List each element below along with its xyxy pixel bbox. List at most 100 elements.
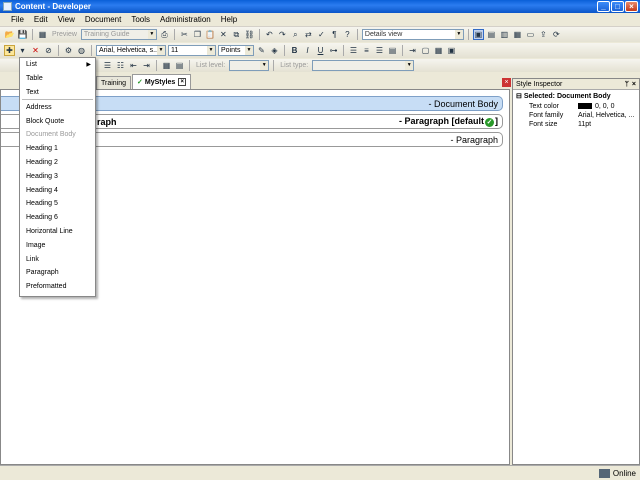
merge-icon[interactable]: ▤ — [174, 60, 185, 71]
app-icon — [3, 2, 12, 11]
guide-combo[interactable]: Training Guide ▼ — [80, 29, 157, 40]
close-inspector-icon[interactable]: × — [632, 81, 636, 88]
fill-color-icon[interactable]: ◈ — [269, 45, 280, 56]
maximize-button[interactable]: □ — [611, 1, 624, 12]
open-folder-icon[interactable]: 📂 — [4, 29, 15, 40]
tab-training[interactable]: Training — [96, 76, 132, 89]
font-size-combo[interactable]: 11 ▼ — [168, 45, 216, 56]
menu-item-heading-3[interactable]: Heading 3 — [20, 169, 95, 183]
minimize-button[interactable]: _ — [597, 1, 610, 12]
align-center-icon[interactable]: ≡ — [361, 45, 372, 56]
preview-button[interactable]: Preview — [50, 31, 79, 38]
undo-icon[interactable]: ↶ — [264, 29, 275, 40]
menu-bar: File Edit View Document Tools Administra… — [0, 13, 640, 27]
menu-document[interactable]: Document — [80, 15, 126, 24]
menu-file[interactable]: File — [6, 15, 29, 24]
spellcheck-icon[interactable]: ✓ — [316, 29, 327, 40]
bullet-list-icon[interactable]: ☰ — [102, 60, 113, 71]
link-icon[interactable]: ⛓ — [244, 29, 255, 40]
delete-icon[interactable]: ✕ — [218, 29, 229, 40]
unit-combo[interactable]: Points ▼ — [218, 45, 254, 56]
properties-icon[interactable]: ⚙ — [63, 45, 74, 56]
window-title: Content - Developer — [15, 2, 92, 11]
menu-item-heading-4[interactable]: Heading 4 — [20, 183, 95, 197]
image-icon[interactable]: ▣ — [446, 45, 457, 56]
menu-edit[interactable]: Edit — [29, 15, 53, 24]
italic-button[interactable]: I — [302, 45, 313, 56]
menu-item-heading-5[interactable]: Heading 5 — [20, 197, 95, 211]
block-icon[interactable]: ⊘ — [43, 45, 54, 56]
replace-icon[interactable]: ⇄ — [303, 29, 314, 40]
style-row-label: - Paragraph — [450, 134, 498, 145]
align-left-icon[interactable]: ☰ — [348, 45, 359, 56]
menu-help[interactable]: Help — [216, 15, 242, 24]
list-level-combo[interactable]: ▼ — [229, 60, 270, 71]
list-type-combo[interactable]: ▼ — [312, 60, 415, 71]
menu-item-table[interactable]: Table — [20, 72, 95, 86]
indent-icon[interactable]: ⇥ — [407, 45, 418, 56]
align-right-icon[interactable]: ☰ — [374, 45, 385, 56]
check-icon: ✓ — [137, 79, 143, 86]
menu-item-block-quote[interactable]: Block Quote — [20, 114, 95, 128]
table-icon[interactable]: ▦ — [433, 45, 444, 56]
refresh-icon[interactable]: ⟳ — [551, 29, 562, 40]
font-combo[interactable]: Arial, Helvetica, s... ▼ — [96, 45, 166, 56]
print-icon[interactable]: ⎙ — [159, 29, 170, 40]
redo-icon[interactable]: ↷ — [277, 29, 288, 40]
menu-item-text[interactable]: Text — [20, 86, 95, 100]
style-row-label: - Document Body — [428, 98, 498, 109]
split-view-icon[interactable]: ▤ — [486, 29, 497, 40]
highlight-icon[interactable]: ✎ — [256, 45, 267, 56]
duplicate-icon[interactable]: ⧉ — [231, 29, 242, 40]
menu-item-heading-6[interactable]: Heading 6 — [20, 211, 95, 225]
format-icon[interactable]: ¶ — [329, 29, 340, 40]
close-window-button[interactable]: × — [625, 1, 638, 12]
insert-style-icon[interactable]: ✚ — [4, 45, 15, 56]
panel-icon[interactable]: ▦ — [512, 29, 523, 40]
menu-view[interactable]: View — [53, 15, 80, 24]
dropdown-arrow-icon[interactable]: ▾ — [17, 45, 28, 56]
strikethrough-icon[interactable]: ⊶ — [328, 45, 339, 56]
menu-item-heading-1[interactable]: Heading 1 — [20, 142, 95, 156]
list-indent-icon[interactable]: ⇥ — [141, 60, 152, 71]
paste-icon[interactable]: 📋 — [205, 29, 216, 40]
collapse-icon[interactable]: ⊟ — [516, 92, 522, 100]
cut-icon[interactable]: ✂ — [179, 29, 190, 40]
menu-tools[interactable]: Tools — [126, 15, 155, 24]
column-view-icon[interactable]: ▥ — [499, 29, 510, 40]
menu-item-heading-2[interactable]: Heading 2 — [20, 156, 95, 170]
pin-icon[interactable]: ᛘ — [625, 81, 629, 88]
menu-item-address[interactable]: Address — [20, 100, 95, 114]
menu-item-link[interactable]: Link — [20, 252, 95, 266]
menu-item-document-body: Document Body — [26, 131, 76, 139]
find-icon[interactable]: ⌕ — [290, 29, 301, 40]
preview-icon[interactable]: ▦ — [37, 29, 48, 40]
bold-button[interactable]: B — [289, 45, 300, 56]
help-icon[interactable]: ? — [342, 29, 353, 40]
menu-item-list[interactable]: List ▶ — [20, 58, 95, 72]
menu-item-image[interactable]: Image — [20, 238, 95, 252]
underline-button[interactable]: U — [315, 45, 326, 56]
border-icon[interactable]: ▢ — [420, 45, 431, 56]
remove-icon[interactable]: ✕ — [30, 45, 41, 56]
menu-item-preformatted[interactable]: Preformatted — [20, 280, 95, 294]
layout-icon[interactable]: ▣ — [472, 29, 484, 40]
justify-icon[interactable]: ▤ — [387, 45, 398, 56]
view-combo[interactable]: Details view ▼ — [361, 29, 464, 40]
tab-mystyles[interactable]: ✓ MyStyles × — [132, 74, 192, 89]
menu-item-paragraph[interactable]: Paragraph — [20, 266, 95, 280]
style-row-label: - Paragraph [default — [398, 116, 484, 126]
numbered-list-icon[interactable]: ☷ — [115, 60, 126, 71]
outdent-icon[interactable]: ⇤ — [128, 60, 139, 71]
copy-icon[interactable]: ❐ — [192, 29, 203, 40]
close-editor-icon[interactable]: × — [502, 78, 511, 87]
globe-icon[interactable]: ◍ — [76, 45, 87, 56]
save-icon[interactable]: 💾 — [17, 29, 28, 40]
window-icon[interactable]: ▭ — [525, 29, 536, 40]
grid-icon[interactable]: ▦ — [161, 60, 172, 71]
close-tab-icon[interactable]: × — [178, 78, 187, 86]
menu-item-horizontal-line[interactable]: Horizontal Line — [20, 225, 95, 239]
menu-administration[interactable]: Administration — [155, 15, 216, 24]
export-icon[interactable]: ⇪ — [538, 29, 549, 40]
inspector-selected[interactable]: ⊟ Selected: Document Body — [513, 90, 639, 102]
